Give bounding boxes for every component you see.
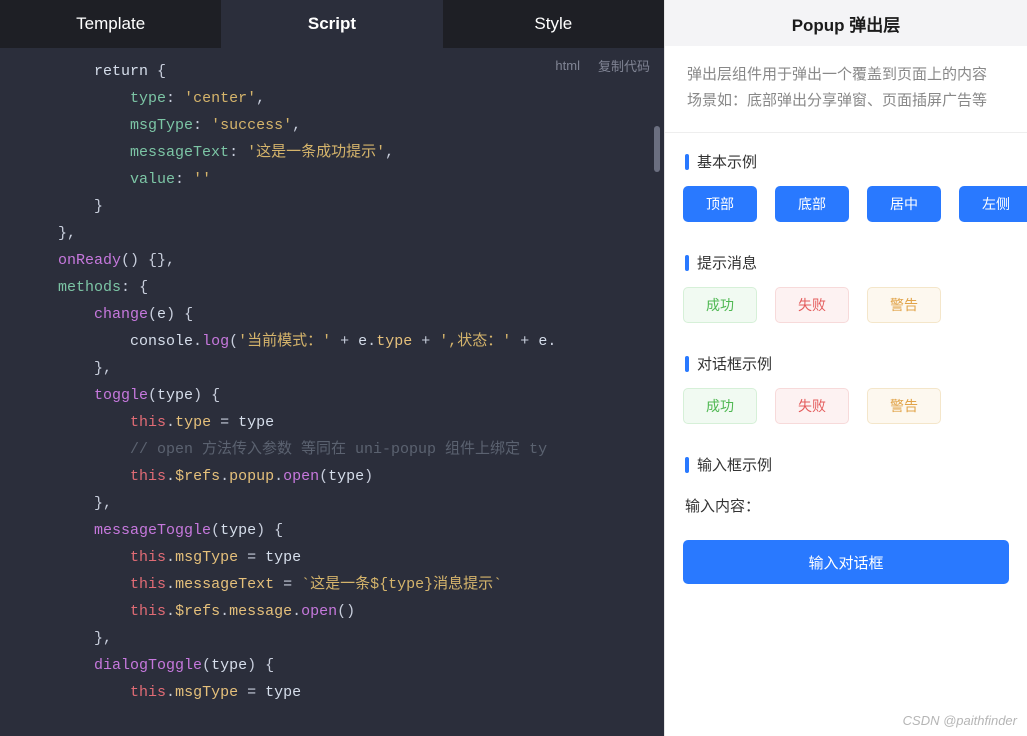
- input-dialog-button[interactable]: 输入对话框: [683, 540, 1009, 584]
- msg-success-button[interactable]: 成功: [683, 287, 757, 323]
- section-input: 输入框示例 输入内容： 输入对话框: [665, 436, 1027, 596]
- popup-bottom-button[interactable]: 底部: [775, 186, 849, 222]
- code-scroll[interactable]: return { type: 'center', msgType: 'succe…: [0, 48, 650, 736]
- preview-desc-line-1: 弹出层组件用于弹出一个覆盖到页面上的内容: [687, 66, 987, 83]
- section-dialog: 对话框示例 成功 失败 警告: [665, 335, 1027, 436]
- code-scrollbar[interactable]: [654, 126, 660, 172]
- popup-left-button[interactable]: 左侧: [959, 186, 1027, 222]
- dlg-warn-button[interactable]: 警告: [867, 388, 941, 424]
- dlg-success-button[interactable]: 成功: [683, 388, 757, 424]
- code-body: html 复制代码 return { type: 'center', msgTy…: [0, 48, 664, 736]
- section-message: 提示消息 成功 失败 警告: [665, 234, 1027, 335]
- tab-template[interactable]: Template: [0, 0, 221, 48]
- tab-script[interactable]: Script: [221, 0, 442, 48]
- editor-tabs: Template Script Style: [0, 0, 664, 48]
- preview-title: Popup 弹出层: [665, 0, 1027, 46]
- msg-warn-button[interactable]: 警告: [867, 287, 941, 323]
- section-basic-title: 基本示例: [679, 151, 1013, 172]
- tab-style[interactable]: Style: [443, 0, 664, 48]
- preview-desc-line-2: 场景如：底部弹出分享弹窗、页面插屏广告等: [687, 92, 987, 109]
- watermark: CSDN @paithfinder: [903, 713, 1017, 728]
- popup-center-button[interactable]: 居中: [867, 186, 941, 222]
- preview-pane: Popup 弹出层 弹出层组件用于弹出一个覆盖到页面上的内容 场景如：底部弹出分…: [664, 0, 1027, 736]
- code-editor-pane: Template Script Style html 复制代码 return {…: [0, 0, 664, 736]
- dlg-fail-button[interactable]: 失败: [775, 388, 849, 424]
- section-basic: 基本示例 顶部 底部 居中 左侧: [665, 133, 1027, 234]
- msg-fail-button[interactable]: 失败: [775, 287, 849, 323]
- preview-description: 弹出层组件用于弹出一个覆盖到页面上的内容 场景如：底部弹出分享弹窗、页面插屏广告…: [665, 46, 1027, 133]
- code-content: return { type: 'center', msgType: 'succe…: [0, 48, 650, 716]
- section-input-title: 输入框示例: [679, 454, 1013, 475]
- input-content-label: 输入内容：: [679, 489, 1013, 530]
- section-dialog-title: 对话框示例: [679, 353, 1013, 374]
- section-message-title: 提示消息: [679, 252, 1013, 273]
- popup-top-button[interactable]: 顶部: [683, 186, 757, 222]
